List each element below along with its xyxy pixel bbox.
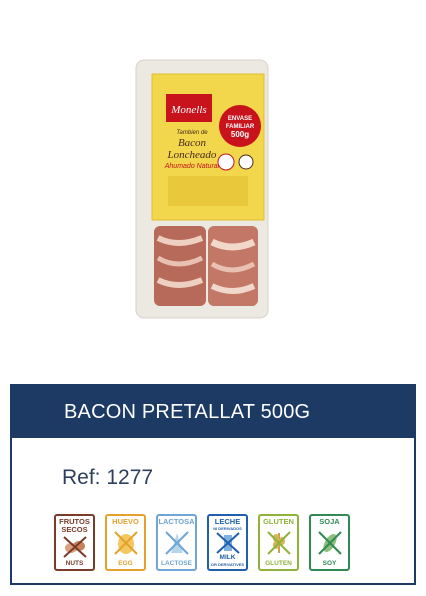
ref-label: Ref: xyxy=(62,466,101,489)
allergen-nuts: FRUTOS SECOS NUTS xyxy=(54,514,95,571)
allergen-label: FRUTOS SECOS xyxy=(59,517,90,534)
product-reference: Ref: 1277 xyxy=(62,466,153,490)
svg-text:Bacon: Bacon xyxy=(178,137,207,149)
allergen-sublabel: NUTS xyxy=(65,560,84,567)
allergen-list: FRUTOS SECOS NUTS HUEVO EGG LACTOSA LACT… xyxy=(54,514,350,571)
allergen-sublabel: SOY xyxy=(322,560,337,567)
milk-icon xyxy=(215,531,240,554)
allergen-label: LACTOSA xyxy=(158,517,195,526)
allergen-label: SOJA xyxy=(319,517,340,526)
allergen-gluten: GLUTEN GLUTEN xyxy=(258,514,299,571)
nuts-icon xyxy=(62,536,87,558)
allergen-sublabel: GLUTEN xyxy=(265,560,292,567)
allergen-egg: HUEVO EGG xyxy=(105,514,146,571)
allergen-sublabel-secondary: OR DERIVATIVES xyxy=(210,562,245,567)
allergen-label-secondary: NI DERIVADOS xyxy=(213,525,242,531)
svg-text:ENVASE: ENVASE xyxy=(228,116,252,122)
product-title: BACON PRETALLAT 500G xyxy=(64,400,311,423)
svg-text:Ahumado Natural: Ahumado Natural xyxy=(164,163,220,170)
bacon-package-illustration: Monells ENVASE FAMILIAR 500g Tambien de … xyxy=(135,59,269,319)
allergen-lactose: LACTOSA LACTOSE xyxy=(156,514,197,571)
allergen-soy: SOJA SOY xyxy=(309,514,350,571)
lactose-icon xyxy=(164,531,189,555)
allergen-milk: LECHE NI DERIVADOS MILK OR DERIVATIVES xyxy=(207,514,248,571)
allergen-sublabel: MILK xyxy=(219,554,236,562)
product-image: Monells ENVASE FAMILIAR 500g Tambien de … xyxy=(134,58,270,320)
allergen-label: GLUTEN xyxy=(263,517,294,526)
svg-text:Tambien de: Tambien de xyxy=(176,130,208,136)
gluten-icon xyxy=(266,531,291,555)
allergen-sublabel: EGG xyxy=(118,560,133,567)
svg-text:500g: 500g xyxy=(231,130,249,139)
product-title-bar: BACON PRETALLAT 500G xyxy=(12,386,414,438)
soy-icon xyxy=(317,531,342,555)
svg-text:Loncheado: Loncheado xyxy=(167,149,217,161)
egg-icon xyxy=(113,531,138,555)
product-card: BACON PRETALLAT 500G Ref: 1277 FRUTOS SE… xyxy=(10,384,416,585)
brand-logo: Monells xyxy=(170,104,206,116)
ref-value: 1277 xyxy=(106,466,154,489)
allergen-label: LECHE xyxy=(214,517,241,526)
allergen-sublabel: LACTOSE xyxy=(161,560,192,567)
allergen-label: HUEVO xyxy=(112,517,139,526)
